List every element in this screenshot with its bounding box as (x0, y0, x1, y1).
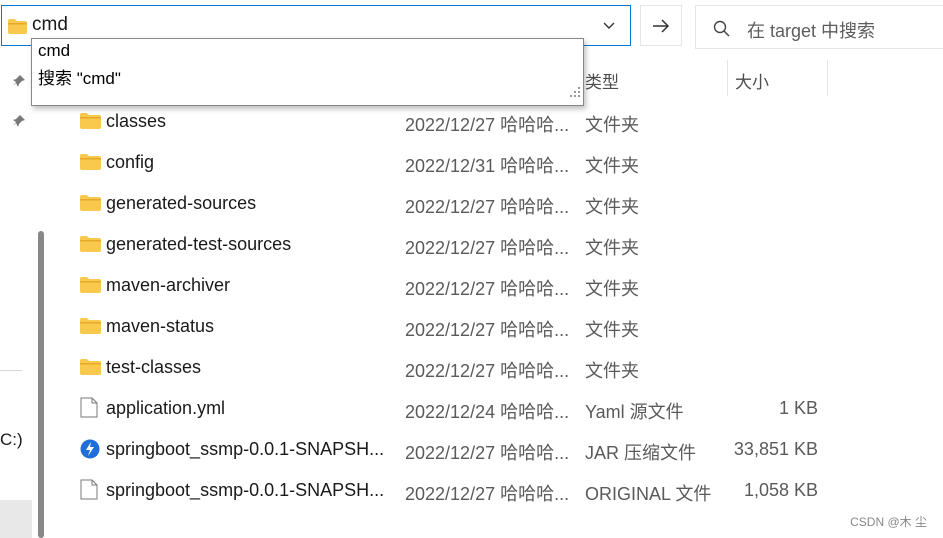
file-row[interactable]: springboot_ssmp-0.0.1-SNAPSH... 2022/12/… (50, 430, 890, 471)
file-date: 2022/12/27 哈哈哈... (405, 197, 570, 217)
file-type: 文件夹 (585, 156, 639, 176)
nav-item-selected[interactable] (0, 500, 32, 538)
chevron-down-icon[interactable] (602, 18, 616, 37)
file-row[interactable]: config 2022/12/31 哈哈哈... 文件夹 (50, 143, 890, 184)
go-button[interactable] (640, 5, 682, 46)
file-type: ORIGINAL 文件 (585, 484, 712, 504)
file-type: 文件夹 (585, 238, 639, 258)
resize-grip-icon[interactable] (569, 85, 581, 103)
folder-icon (80, 195, 101, 216)
autocomplete-item[interactable]: cmd (38, 41, 70, 61)
file-type: Yaml 源文件 (585, 402, 684, 422)
folder-icon (80, 113, 101, 134)
file-row[interactable]: springboot_ssmp-0.0.1-SNAPSH... 2022/12/… (50, 471, 890, 512)
autocomplete-item[interactable]: 搜索 "cmd" (38, 64, 121, 89)
folder-icon (80, 236, 101, 257)
file-size: 1,058 KB (743, 480, 818, 500)
file-name: springboot_ssmp-0.0.1-SNAPSH... (106, 480, 385, 500)
file-type: JAR 压缩文件 (585, 443, 697, 463)
file-type: 文件夹 (585, 115, 639, 135)
file-row[interactable]: classes 2022/12/27 哈哈哈... 文件夹 (50, 102, 890, 143)
file-date: 2022/12/31 哈哈哈... (405, 156, 570, 176)
column-divider[interactable] (827, 60, 828, 96)
file-date: 2022/12/27 哈哈哈... (405, 443, 570, 463)
search-icon (713, 20, 730, 37)
file-size: 33,851 KB (733, 439, 818, 459)
file-name: config (106, 152, 155, 172)
file-name: classes (106, 111, 167, 131)
file-date: 2022/12/27 哈哈哈... (405, 238, 570, 258)
column-header-type[interactable]: 类型 (585, 68, 619, 93)
watermark: CSDN @木 尘 (850, 515, 927, 529)
pin-icon[interactable] (12, 114, 26, 133)
file-date: 2022/12/24 哈哈哈... (405, 402, 570, 422)
nav-item-drive[interactable]: C:) (0, 430, 23, 450)
folder-icon (80, 154, 101, 175)
file-type: 文件夹 (585, 361, 639, 381)
file-date: 2022/12/27 哈哈哈... (405, 361, 570, 381)
file-date: 2022/12/27 哈哈哈... (405, 115, 570, 135)
file-type: 文件夹 (585, 320, 639, 340)
file-row[interactable]: generated-test-sources 2022/12/27 哈哈哈...… (50, 225, 890, 266)
file-row[interactable]: maven-status 2022/12/27 哈哈哈... 文件夹 (50, 307, 890, 348)
file-row[interactable]: generated-sources 2022/12/27 哈哈哈... 文件夹 (50, 184, 890, 225)
file-size: 1 KB (778, 398, 818, 418)
autocomplete-dropdown: cmd 搜索 "cmd" (31, 38, 584, 106)
file-icon (80, 397, 98, 423)
file-name: test-classes (106, 357, 202, 377)
file-row[interactable]: test-classes 2022/12/27 哈哈哈... 文件夹 (50, 348, 890, 389)
file-type: 文件夹 (585, 197, 639, 217)
jar-icon (80, 439, 100, 464)
folder-icon (80, 318, 101, 339)
nav-divider (0, 370, 22, 371)
address-input[interactable]: cmd (32, 14, 68, 36)
file-name: maven-status (106, 316, 215, 336)
file-name: generated-sources (106, 193, 257, 213)
file-date: 2022/12/27 哈哈哈... (405, 320, 570, 340)
folder-icon (8, 19, 27, 39)
file-date: 2022/12/27 哈哈哈... (405, 279, 570, 299)
column-header-size[interactable]: 大小 (735, 68, 769, 93)
nav-scrollbar[interactable] (38, 231, 44, 538)
file-name: maven-archiver (106, 275, 231, 295)
folder-icon (80, 359, 101, 380)
file-name: springboot_ssmp-0.0.1-SNAPSH... (106, 439, 385, 459)
file-icon (80, 479, 98, 505)
file-row[interactable]: application.yml 2022/12/24 哈哈哈... Yaml 源… (50, 389, 890, 430)
folder-icon (80, 277, 101, 298)
file-name: generated-test-sources (106, 234, 292, 254)
file-row[interactable]: maven-archiver 2022/12/27 哈哈哈... 文件夹 (50, 266, 890, 307)
search-box[interactable]: 在 target 中搜索 (695, 5, 943, 49)
navigation-pane: C:) (0, 50, 36, 538)
column-divider[interactable] (727, 60, 728, 96)
search-placeholder: 在 target 中搜索 (747, 21, 876, 41)
arrow-right-icon (653, 19, 670, 33)
file-name: application.yml (106, 398, 226, 418)
file-date: 2022/12/27 哈哈哈... (405, 484, 570, 504)
file-type: 文件夹 (585, 279, 639, 299)
pin-icon[interactable] (12, 74, 26, 93)
